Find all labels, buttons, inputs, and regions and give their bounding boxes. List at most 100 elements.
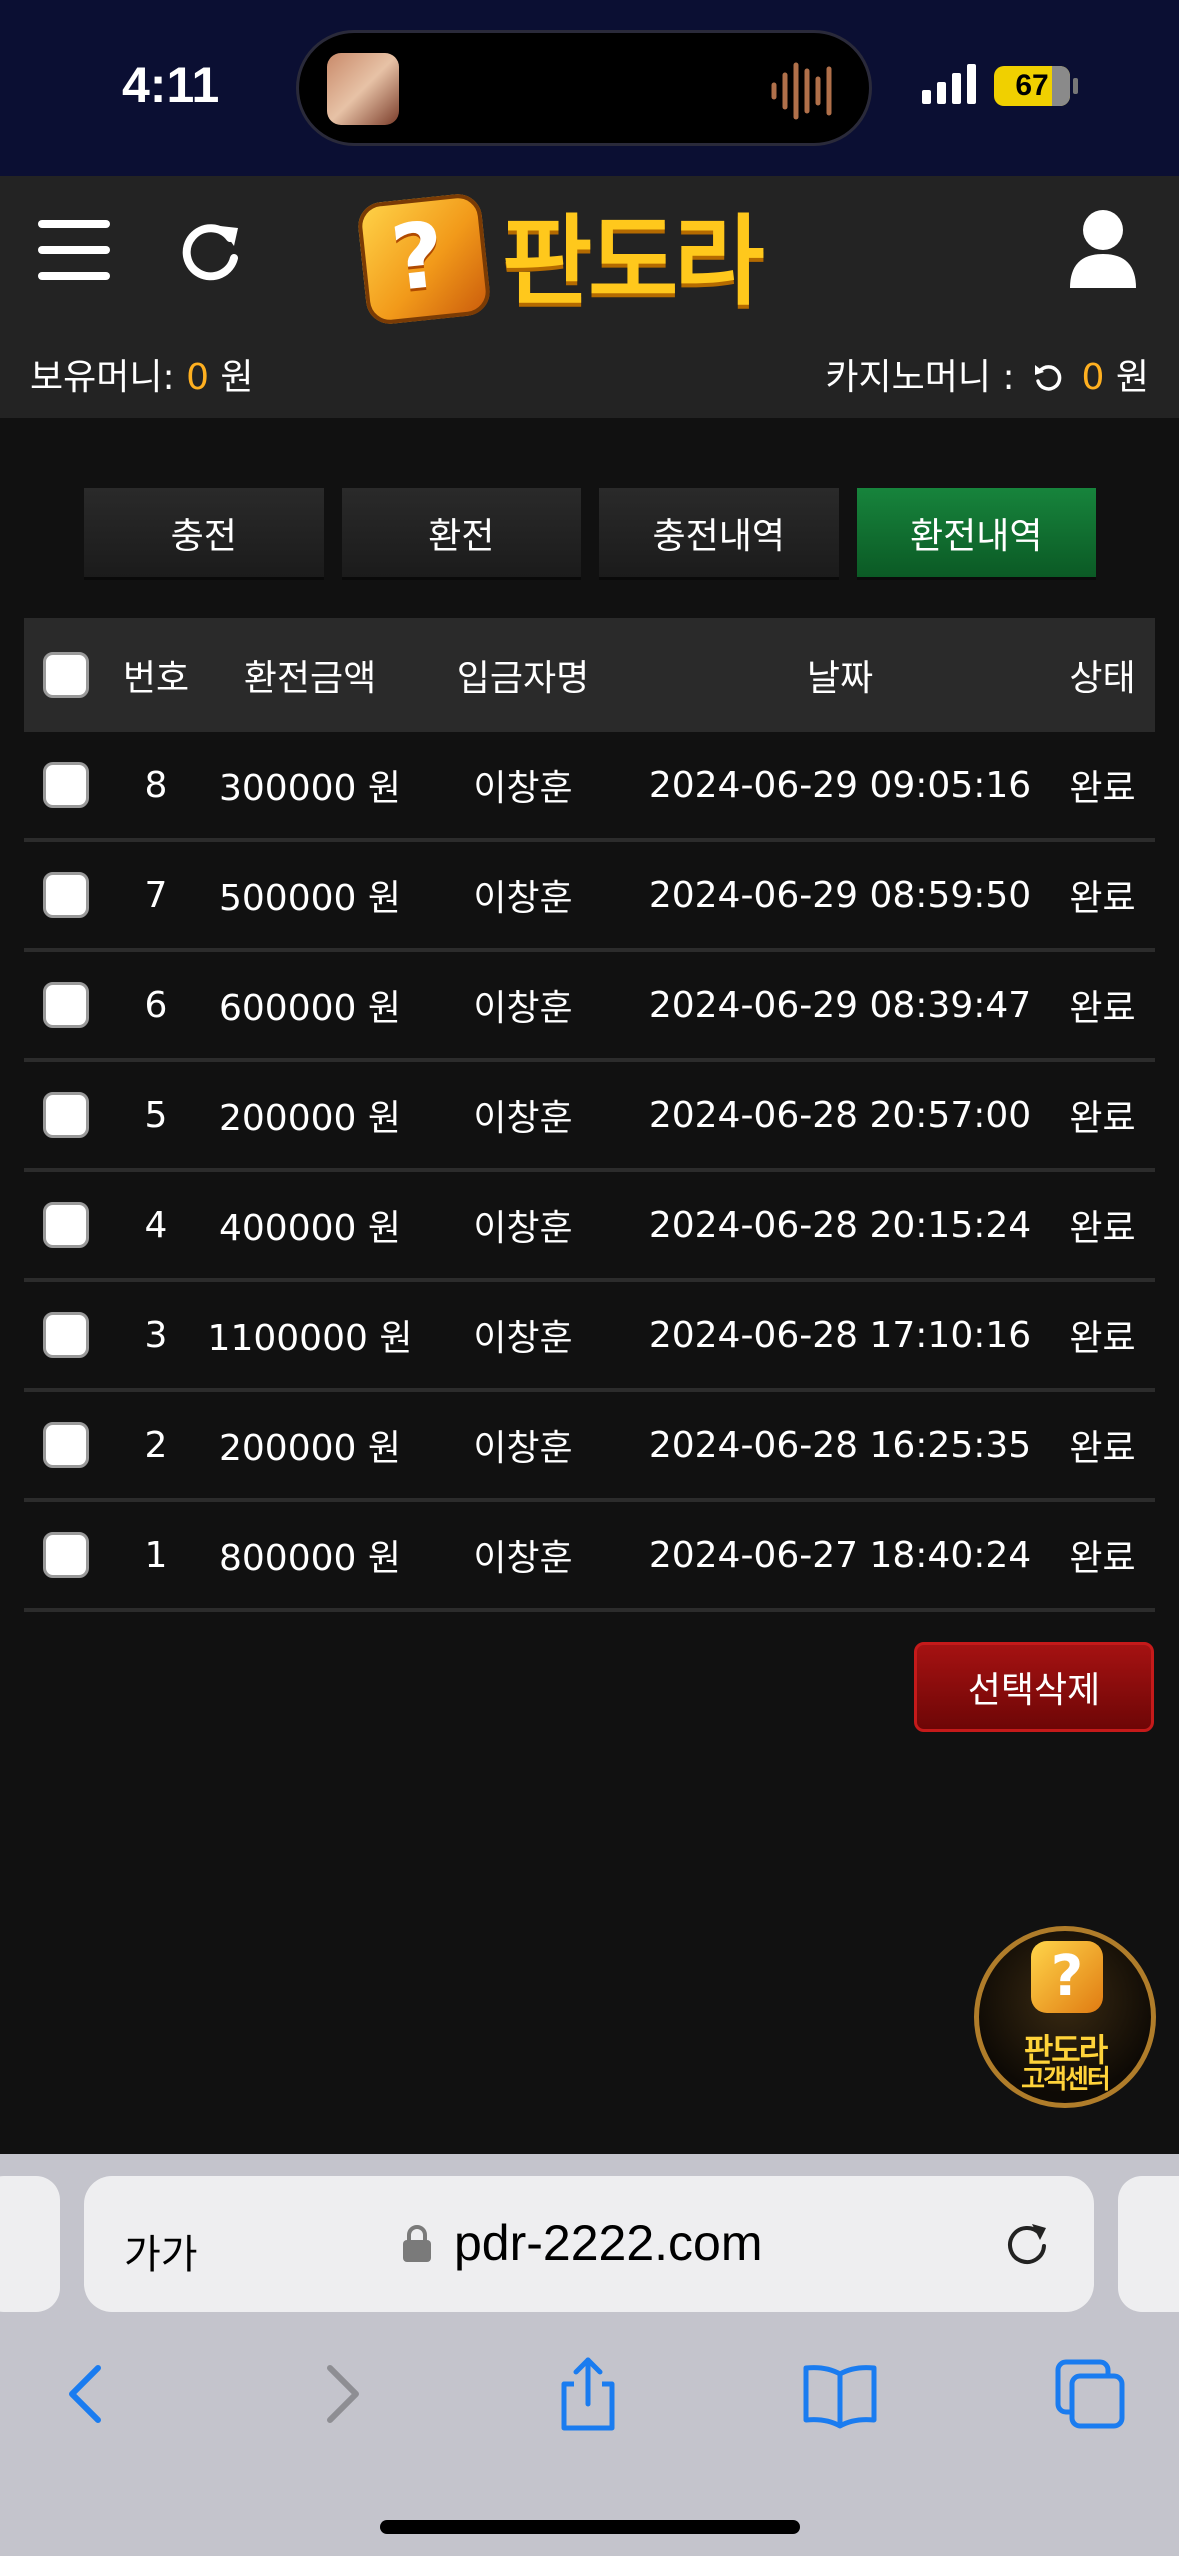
support-question-icon: ?: [1031, 1941, 1103, 2013]
row-date: 2024-06-27 18:40:24: [648, 1534, 1032, 1576]
table-row: 7 500000 원 이창훈 2024-06-29 08:59:50 완료: [24, 842, 1155, 952]
row-date: 2024-06-29 09:05:16: [648, 764, 1032, 806]
row-select-cell: [24, 1532, 108, 1578]
row-select-cell: [24, 1092, 108, 1138]
row-select-cell: [24, 872, 108, 918]
battery-empty-portion: [1052, 66, 1070, 106]
user-profile-icon[interactable]: [1068, 208, 1138, 288]
status-time: 4:11: [122, 57, 220, 113]
row-status: 완료: [1069, 768, 1136, 809]
share-icon[interactable]: [548, 2354, 628, 2434]
row-depositor: 이창훈: [473, 878, 573, 919]
row-date: 2024-06-29 08:59:50: [648, 874, 1032, 916]
column-header-amount: 환전금액: [243, 658, 377, 699]
row-number: 1: [144, 1534, 168, 1576]
text-size-button[interactable]: 가가: [124, 2222, 198, 2280]
pandora-logo[interactable]: ? 판도라: [355, 191, 822, 327]
table-row: 4 400000 원 이창훈 2024-06-28 20:15:24 완료: [24, 1172, 1155, 1282]
status-bar: 4:11 67: [0, 0, 1179, 176]
row-select-cell: [24, 1312, 108, 1358]
exchange-history-table: 번호 환전금액 입금자명 날짜 상태 8 300000 원 이창훈 2024-06-2…: [24, 618, 1155, 1612]
casino-refresh-icon[interactable]: [1032, 361, 1064, 393]
row-select-cell: [24, 1422, 108, 1468]
logo-text: 판도라: [502, 205, 764, 319]
customer-support-button[interactable]: ? 판도라 고객센터: [974, 1926, 1156, 2108]
row-checkbox[interactable]: [43, 1092, 89, 1138]
row-status: 완료: [1069, 988, 1136, 1029]
row-checkbox[interactable]: [43, 982, 89, 1028]
row-date: 2024-06-28 20:57:00: [648, 1094, 1032, 1136]
table-body: 8 300000 원 이창훈 2024-06-29 09:05:16 완료 7 500000…: [24, 732, 1155, 1612]
audio-waveform-icon: [771, 62, 832, 120]
tab-charge[interactable]: 충전: [84, 488, 324, 580]
row-select-cell: [24, 1202, 108, 1248]
row-number: 3: [144, 1314, 168, 1356]
row-depositor: 이창훈: [473, 768, 573, 809]
row-date: 2024-06-29 08:39:47: [648, 984, 1032, 1026]
address-bar[interactable]: 가가 pdr-2222.com: [84, 2176, 1094, 2312]
dynamic-island[interactable]: [296, 30, 872, 146]
reload-icon[interactable]: [1002, 2220, 1052, 2270]
browser-toolbar: 가가 pdr-2222.com: [0, 2154, 1179, 2556]
battery-icon: 67: [994, 66, 1078, 106]
table-row: 5 200000 원 이창훈 2024-06-28 20:57:00 완료: [24, 1062, 1155, 1172]
url-text[interactable]: pdr-2222.com: [454, 2214, 763, 2272]
row-checkbox[interactable]: [43, 1532, 89, 1578]
row-number: 2: [144, 1424, 168, 1466]
previous-tab-preview[interactable]: [0, 2176, 60, 2312]
row-depositor: 이창훈: [473, 1098, 573, 1139]
table-row: 2 200000 원 이창훈 2024-06-28 16:25:35 완료: [24, 1392, 1155, 1502]
row-amount: 800000 원: [219, 1538, 401, 1579]
next-tab-preview[interactable]: [1118, 2176, 1179, 2312]
row-checkbox[interactable]: [43, 872, 89, 918]
row-status: 완료: [1069, 1318, 1136, 1359]
tabs-icon[interactable]: [1050, 2354, 1130, 2434]
table-row: 6 600000 원 이창훈 2024-06-29 08:39:47 완료: [24, 952, 1155, 1062]
row-amount: 1100000 원: [207, 1318, 413, 1359]
delete-selected-button[interactable]: 선택삭제: [914, 1642, 1154, 1732]
row-depositor: 이창훈: [473, 1208, 573, 1249]
row-depositor: 이창훈: [473, 1428, 573, 1469]
row-select-cell: [24, 982, 108, 1028]
casino-value: 0: [1081, 357, 1105, 398]
browser-nav: [0, 2354, 1179, 2454]
row-date: 2024-06-28 17:10:16: [648, 1314, 1032, 1356]
table-row: 3 1100000 원 이창훈 2024-06-28 17:10:16 완료: [24, 1282, 1155, 1392]
column-header-number: 번호: [122, 658, 190, 699]
row-amount: 200000 원: [219, 1098, 401, 1139]
row-checkbox[interactable]: [43, 1202, 89, 1248]
tab-exchange-history[interactable]: 환전내역: [856, 488, 1096, 580]
casino-unit: 원: [1115, 357, 1149, 398]
now-playing-artwork: [327, 53, 399, 125]
row-number: 6: [144, 984, 168, 1026]
row-status: 완료: [1069, 1208, 1136, 1249]
balance-value: 0: [186, 357, 209, 398]
battery-level: 67: [1015, 69, 1049, 102]
support-line2: 고객센터: [1021, 2065, 1111, 2095]
forward-icon[interactable]: [300, 2354, 380, 2434]
row-depositor: 이창훈: [473, 988, 573, 1029]
row-number: 5: [144, 1094, 168, 1136]
row-checkbox[interactable]: [43, 762, 89, 808]
row-status: 완료: [1069, 1428, 1136, 1469]
row-depositor: 이창훈: [473, 1318, 573, 1359]
balance-display: 보유머니: 0 원: [30, 348, 254, 400]
tab-charge-history[interactable]: 충전내역: [599, 488, 839, 580]
balance-unit: 원: [220, 357, 254, 398]
refresh-icon[interactable]: [178, 220, 244, 286]
row-checkbox[interactable]: [43, 1312, 89, 1358]
table-row: 8 300000 원 이창훈 2024-06-29 09:05:16 완료: [24, 732, 1155, 842]
app-header: ? 판도라 보유머니: 0 원 카지노머니 : 0 원: [0, 176, 1179, 418]
row-select-cell: [24, 762, 108, 808]
row-checkbox[interactable]: [43, 1422, 89, 1468]
row-amount: 400000 원: [219, 1208, 401, 1249]
select-all-checkbox[interactable]: [43, 652, 89, 698]
column-header-date: 날짜: [806, 658, 874, 699]
row-date: 2024-06-28 20:15:24: [648, 1204, 1032, 1246]
bookmarks-icon[interactable]: [800, 2354, 880, 2434]
casino-label: 카지노머니 :: [825, 357, 1015, 398]
hamburger-menu-icon[interactable]: [38, 220, 110, 280]
tab-exchange[interactable]: 환전: [341, 488, 581, 580]
home-indicator[interactable]: [380, 2520, 800, 2534]
back-icon[interactable]: [48, 2354, 128, 2434]
